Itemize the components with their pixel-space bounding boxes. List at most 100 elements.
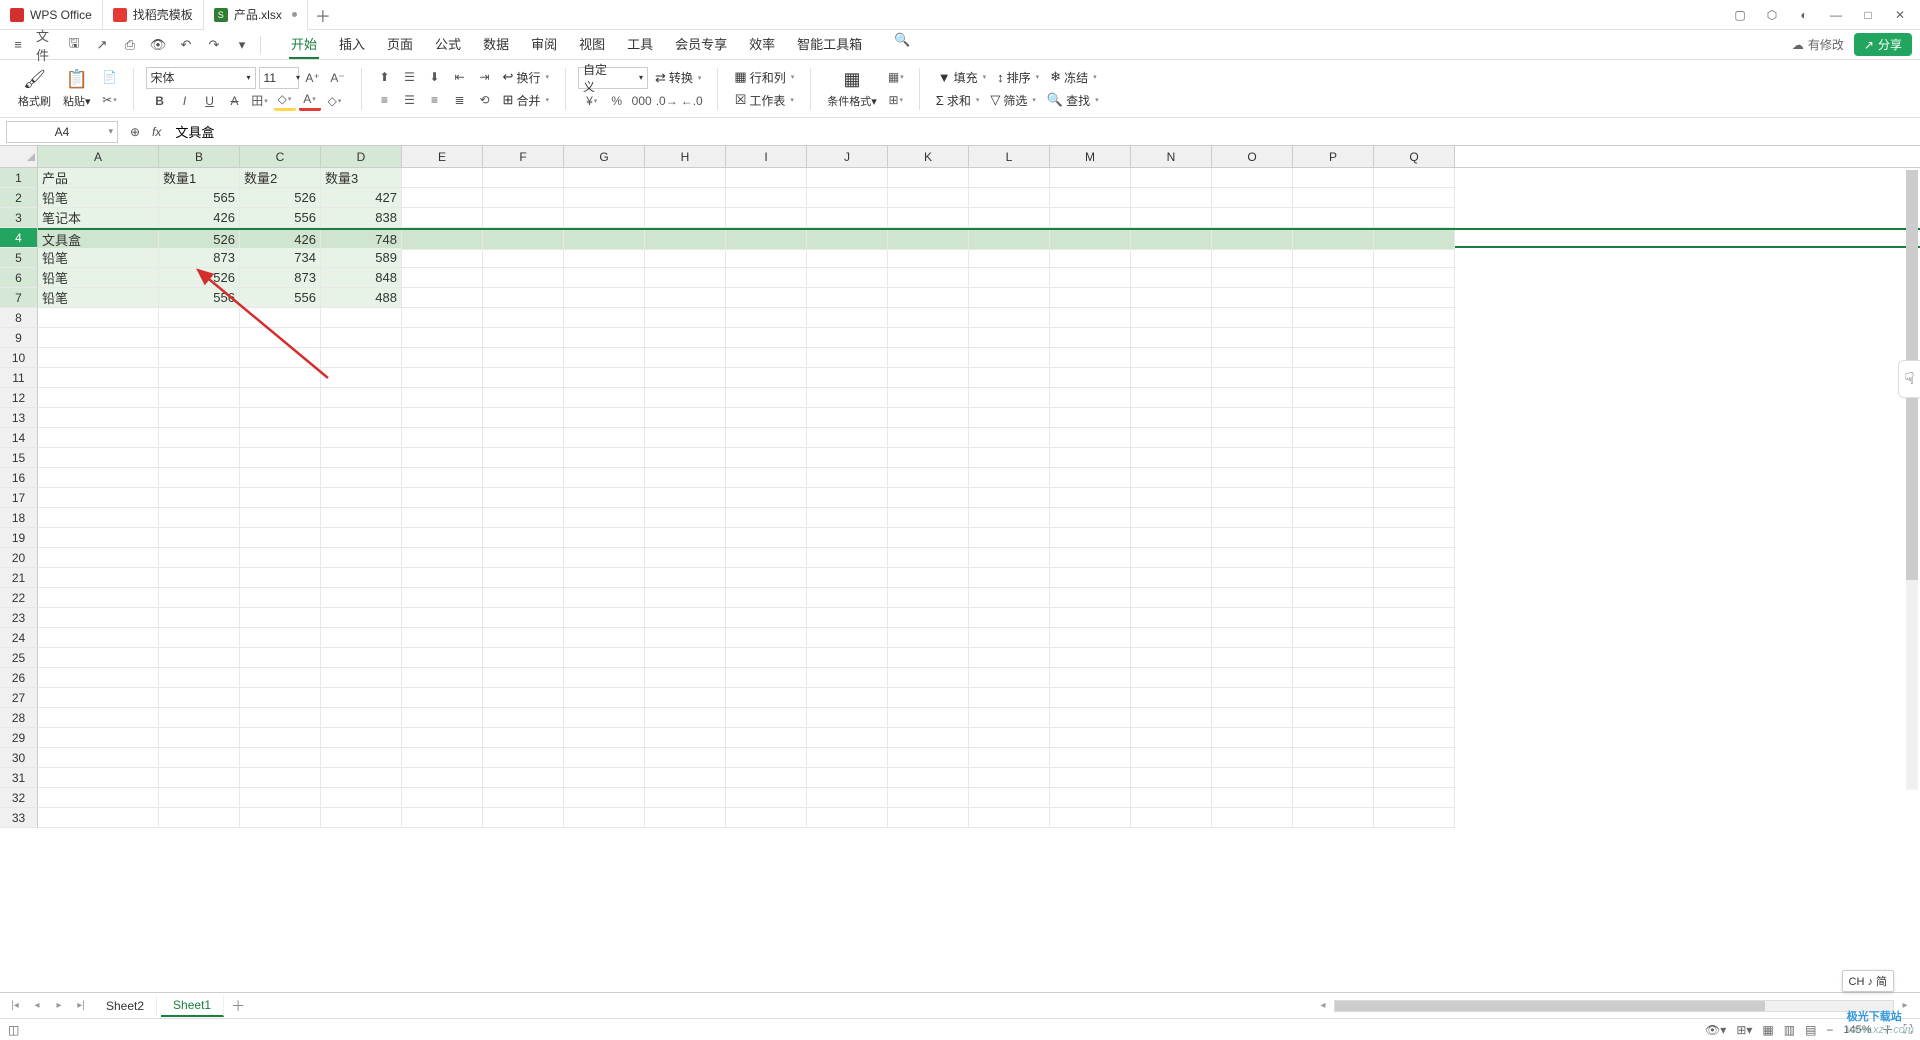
cell[interactable] <box>321 748 402 768</box>
cell[interactable] <box>1212 728 1293 748</box>
cell[interactable] <box>321 548 402 568</box>
cell[interactable] <box>1050 208 1131 228</box>
cell[interactable] <box>969 408 1050 428</box>
cell[interactable]: 笔记本 <box>38 208 159 228</box>
cell[interactable] <box>807 488 888 508</box>
cell[interactable] <box>240 428 321 448</box>
cell[interactable] <box>888 728 969 748</box>
cell[interactable] <box>483 308 564 328</box>
cell[interactable] <box>969 648 1050 668</box>
cell[interactable] <box>483 388 564 408</box>
cell[interactable] <box>1374 548 1455 568</box>
cell[interactable] <box>1131 428 1212 448</box>
cell[interactable] <box>38 368 159 388</box>
sheet-nav-prev-icon[interactable]: ◂ <box>28 1000 46 1011</box>
cell[interactable] <box>38 548 159 568</box>
cell[interactable] <box>1131 768 1212 788</box>
cell[interactable] <box>1050 608 1131 628</box>
row-header[interactable]: 23 <box>0 608 38 628</box>
cell[interactable] <box>564 308 645 328</box>
zoom-out-icon[interactable]: − <box>1826 1023 1833 1037</box>
cell[interactable]: 426 <box>240 230 321 250</box>
cell[interactable] <box>564 588 645 608</box>
tab-insert[interactable]: 插入 <box>337 30 367 59</box>
cell-style-icon[interactable]: ▦ <box>885 67 907 87</box>
convert-button[interactable]: ⇄转换 <box>651 67 705 88</box>
cell[interactable] <box>726 788 807 808</box>
cell[interactable] <box>402 188 483 208</box>
cell[interactable] <box>969 188 1050 208</box>
cell[interactable] <box>807 548 888 568</box>
cell[interactable] <box>807 388 888 408</box>
cell[interactable] <box>726 488 807 508</box>
cell[interactable] <box>969 428 1050 448</box>
print-icon[interactable]: ⎙ <box>120 35 140 55</box>
cell[interactable] <box>564 428 645 448</box>
cell[interactable] <box>1293 748 1374 768</box>
cell[interactable] <box>1131 688 1212 708</box>
cell[interactable] <box>969 588 1050 608</box>
row-header[interactable]: 18 <box>0 508 38 528</box>
tab-formula[interactable]: 公式 <box>433 30 463 59</box>
cell[interactable] <box>483 548 564 568</box>
cell[interactable] <box>807 708 888 728</box>
cell[interactable]: 565 <box>159 188 240 208</box>
cell[interactable] <box>159 308 240 328</box>
cell[interactable] <box>1212 248 1293 268</box>
cell[interactable] <box>483 448 564 468</box>
cell[interactable] <box>564 488 645 508</box>
indent-increase-icon[interactable]: ⇥ <box>474 67 496 87</box>
align-bottom-icon[interactable]: ⬇ <box>424 67 446 87</box>
cell[interactable] <box>38 528 159 548</box>
cell[interactable] <box>1050 708 1131 728</box>
cell[interactable] <box>1212 528 1293 548</box>
cell[interactable] <box>402 248 483 268</box>
cell[interactable] <box>726 508 807 528</box>
cell[interactable] <box>726 548 807 568</box>
cell[interactable] <box>1212 768 1293 788</box>
cell[interactable] <box>1212 568 1293 588</box>
column-header[interactable]: A <box>38 146 159 167</box>
eye-icon[interactable]: 👁▾ <box>1705 1023 1726 1037</box>
cell[interactable] <box>726 388 807 408</box>
cell[interactable] <box>564 748 645 768</box>
cell[interactable] <box>240 708 321 728</box>
cell[interactable] <box>564 448 645 468</box>
cell[interactable] <box>483 528 564 548</box>
cell[interactable] <box>159 788 240 808</box>
cell[interactable] <box>969 668 1050 688</box>
cell[interactable] <box>240 508 321 528</box>
cell[interactable] <box>645 708 726 728</box>
cell[interactable] <box>1212 488 1293 508</box>
cell[interactable] <box>483 728 564 748</box>
cell[interactable] <box>159 628 240 648</box>
cell[interactable] <box>969 168 1050 188</box>
cell[interactable] <box>402 448 483 468</box>
cell[interactable] <box>321 688 402 708</box>
cell[interactable] <box>240 528 321 548</box>
cell[interactable] <box>1374 648 1455 668</box>
column-header[interactable]: D <box>321 146 402 167</box>
column-header[interactable]: F <box>483 146 564 167</box>
cell[interactable] <box>1131 488 1212 508</box>
cell[interactable] <box>888 748 969 768</box>
cell[interactable] <box>1374 268 1455 288</box>
cell[interactable] <box>483 668 564 688</box>
cell[interactable] <box>321 368 402 388</box>
font-size-select[interactable]: 11▾ <box>259 67 299 89</box>
cell[interactable] <box>1293 248 1374 268</box>
row-header[interactable]: 8 <box>0 308 38 328</box>
cell[interactable] <box>1374 728 1455 748</box>
cell[interactable] <box>726 448 807 468</box>
cell[interactable] <box>38 608 159 628</box>
cell[interactable] <box>1374 748 1455 768</box>
cell[interactable] <box>1293 348 1374 368</box>
cell[interactable] <box>321 568 402 588</box>
cell[interactable] <box>807 788 888 808</box>
cell[interactable] <box>483 428 564 448</box>
align-middle-icon[interactable]: ☰ <box>399 67 421 87</box>
cell[interactable] <box>483 768 564 788</box>
cell[interactable] <box>321 468 402 488</box>
cell[interactable] <box>1212 308 1293 328</box>
cell[interactable] <box>1212 468 1293 488</box>
